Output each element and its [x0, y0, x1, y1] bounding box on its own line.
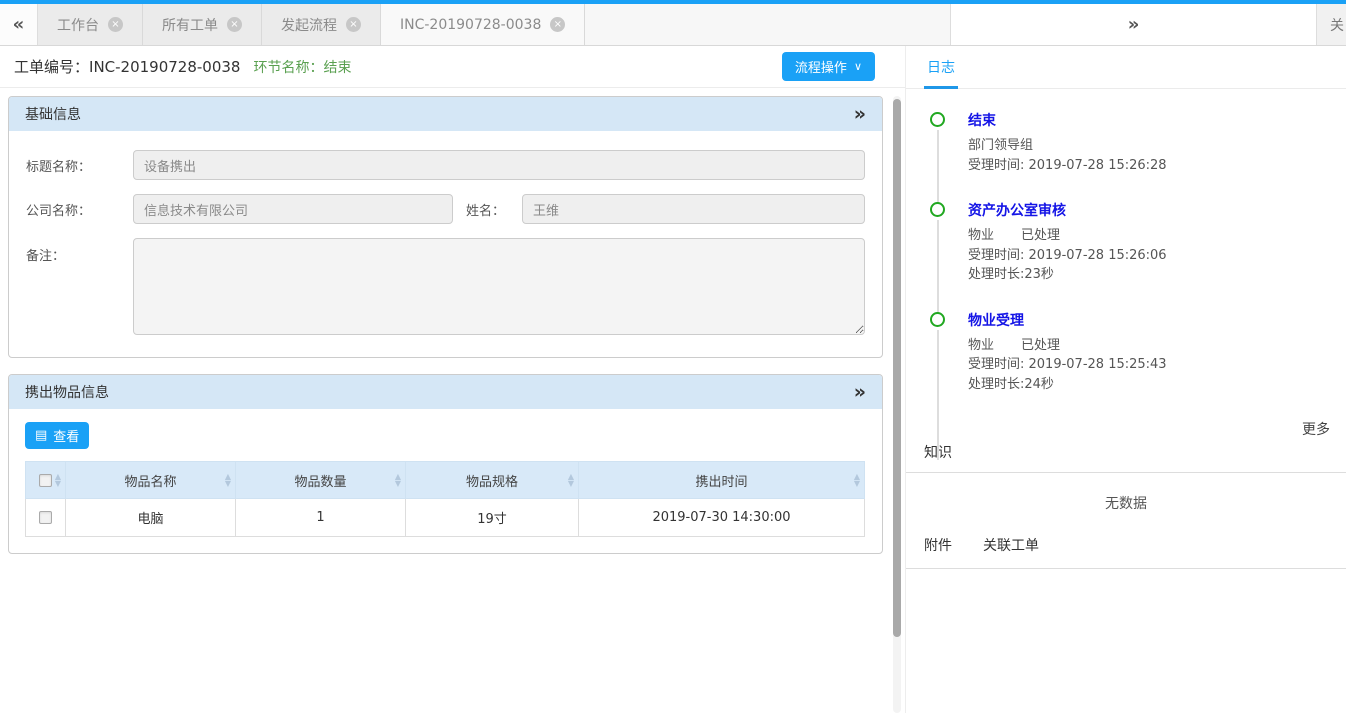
table-row: 电脑 1 19寸 2019-07-30 14:30:00 [26, 499, 865, 537]
select-all-header-cell: ▲▼ [26, 462, 66, 499]
section-title: 携出物品信息 [25, 382, 109, 402]
log-entry-title[interactable]: 结束 [968, 110, 1332, 130]
double-chevron-left-icon: « [13, 14, 25, 35]
log-entry-duration: 处理时长:24秒 [968, 375, 1332, 395]
items-table-header-row: ▲▼ 物品名称 ▲▼ 物品数量 ▲▼ 物品规格 ▲▼ [26, 462, 865, 499]
log-entry-group: 物业已处理 [968, 226, 1332, 246]
log-entry: 结束 部门领导组 受理时间: 2019-07-28 15:26:28 [930, 110, 1332, 175]
collapse-section-icon[interactable]: » [854, 383, 866, 402]
column-header-item-qty: 物品数量 ▲▼ [236, 462, 406, 499]
column-header-item-name: 物品名称 ▲▼ [66, 462, 236, 499]
process-action-button[interactable]: 流程操作 ∨ [782, 52, 875, 81]
cell-item-qty: 1 [236, 499, 406, 537]
order-header: 工单编号：INC-20190728-0038 环节名称：结束 流程操作 ∨ [0, 46, 905, 88]
tab-start-process[interactable]: 发起流程 × [262, 4, 381, 45]
log-entry: 资产办公室审核 物业已处理 受理时间: 2019-07-28 15:26:06 … [930, 200, 1332, 285]
log-tab-row: 日志 [906, 46, 1346, 89]
items-table: ▲▼ 物品名称 ▲▼ 物品数量 ▲▼ 物品规格 ▲▼ [25, 461, 865, 537]
double-chevron-right-icon: » [1128, 14, 1140, 35]
cell-item-name: 电脑 [66, 499, 236, 537]
tab-workbench[interactable]: 工作台 × [38, 4, 143, 45]
tab-label: INC-20190728-0038 [400, 17, 541, 33]
close-icon[interactable]: × [550, 17, 565, 32]
title-field-label: 标题名称： [9, 156, 133, 175]
more-link[interactable]: 更多 [906, 419, 1346, 439]
basic-info-card: 基础信息 » 标题名称： 公司名称： 姓名： 备注： [8, 96, 883, 358]
order-number-label: 工单编号：INC-20190728-0038 [14, 56, 240, 77]
tab-all-orders[interactable]: 所有工单 × [143, 4, 262, 45]
main-scrollbar-track[interactable] [893, 96, 901, 713]
tab-bar: « 工作台 × 所有工单 × 发起流程 × INC-20190728-0038 … [0, 4, 1346, 46]
row-checkbox[interactable] [39, 511, 52, 524]
tab-label: 所有工单 [162, 15, 218, 35]
tab-log[interactable]: 日志 [924, 47, 958, 89]
close-icon[interactable]: × [227, 17, 242, 32]
log-entry-group: 部门领导组 [968, 136, 1332, 156]
timeline-connector [937, 130, 939, 205]
process-log-timeline: 结束 部门领导组 受理时间: 2019-07-28 15:26:28 资产办公室… [930, 110, 1332, 394]
log-side-panel: 日志 结束 部门领导组 受理时间: 2019-07-28 15:26:28 资产… [905, 46, 1346, 713]
tab-label: 工作台 [57, 15, 99, 35]
tab-label: 关 [1330, 15, 1344, 35]
carried-items-card: 携出物品信息 » ▤ 查看 ▲▼ 物品名称 ▲ [8, 374, 883, 554]
sort-icon[interactable]: ▲▼ [395, 473, 401, 487]
tab-label: 发起流程 [281, 15, 337, 35]
scroll-tabs-right-button[interactable]: » [950, 4, 1316, 45]
cell-carry-time: 2019-07-30 14:30:00 [579, 499, 865, 537]
company-field-label: 公司名称： [9, 200, 133, 219]
sort-icon[interactable]: ▲▼ [225, 473, 231, 487]
scroll-tabs-left-button[interactable]: « [0, 4, 38, 45]
timeline-connector [937, 330, 939, 461]
list-view-icon: ▤ [35, 428, 47, 443]
section-title: 基础信息 [25, 104, 81, 124]
timeline-connector [937, 220, 939, 315]
column-header-item-spec: 物品规格 ▲▼ [406, 462, 579, 499]
sort-icon[interactable]: ▲▼ [568, 473, 574, 487]
log-entry-group: 物业已处理 [968, 336, 1332, 356]
column-header-carry-time: 携出时间 ▲▼ [579, 462, 865, 499]
knowledge-empty-text: 无数据 [906, 473, 1346, 535]
timeline-node-icon [930, 202, 945, 217]
order-detail-panel: 工单编号：INC-20190728-0038 环节名称：结束 流程操作 ∨ 基础… [0, 46, 905, 713]
chevron-down-icon: ∨ [854, 60, 862, 73]
basic-info-form: 标题名称： 公司名称： 姓名： 备注： [9, 131, 882, 357]
log-entry-accept-time: 受理时间: 2019-07-28 15:25:43 [968, 355, 1332, 375]
company-field-input[interactable] [133, 194, 453, 224]
remark-field-label: 备注： [9, 238, 133, 264]
stage-name-label: 环节名称：结束 [253, 57, 351, 77]
tabbar-spacer [585, 4, 950, 45]
log-entry: 物业受理 物业已处理 受理时间: 2019-07-28 15:25:43 处理时… [930, 310, 1332, 395]
log-entry-duration: 处理时长:23秒 [968, 265, 1332, 285]
sort-icon[interactable]: ▲▼ [55, 473, 61, 487]
carried-items-card-header: 携出物品信息 » [9, 375, 882, 409]
log-entry-accept-time: 受理时间: 2019-07-28 15:26:28 [968, 156, 1332, 176]
name-field-input[interactable] [522, 194, 865, 224]
remark-textarea[interactable] [133, 238, 865, 335]
tab-current-order[interactable]: INC-20190728-0038 × [381, 4, 585, 45]
name-field-label: 姓名： [453, 200, 522, 219]
log-entry-accept-time: 受理时间: 2019-07-28 15:26:06 [968, 246, 1332, 266]
log-entry-title[interactable]: 资产办公室审核 [968, 200, 1332, 220]
tab-related-orders[interactable]: 关联工单 [983, 535, 1039, 555]
tab-partial-clipped[interactable]: 关 [1316, 4, 1346, 45]
timeline-node-icon [930, 112, 945, 127]
main-scrollbar-thumb[interactable] [893, 99, 901, 637]
collapse-section-icon[interactable]: » [854, 105, 866, 124]
basic-info-card-header: 基础信息 » [9, 97, 882, 131]
attachment-tabs: 附件 关联工单 [906, 535, 1346, 569]
row-select-cell [26, 499, 66, 537]
timeline-node-icon [930, 312, 945, 327]
tab-attachments[interactable]: 附件 [924, 535, 952, 555]
log-entry-title[interactable]: 物业受理 [968, 310, 1332, 330]
close-icon[interactable]: × [346, 17, 361, 32]
select-all-checkbox[interactable] [39, 474, 52, 487]
sort-icon[interactable]: ▲▼ [854, 473, 860, 487]
view-button[interactable]: ▤ 查看 [25, 422, 89, 449]
cell-item-spec: 19寸 [406, 499, 579, 537]
close-icon[interactable]: × [108, 17, 123, 32]
title-field-input[interactable] [133, 150, 865, 180]
knowledge-section-title: 知识 [906, 439, 1346, 473]
